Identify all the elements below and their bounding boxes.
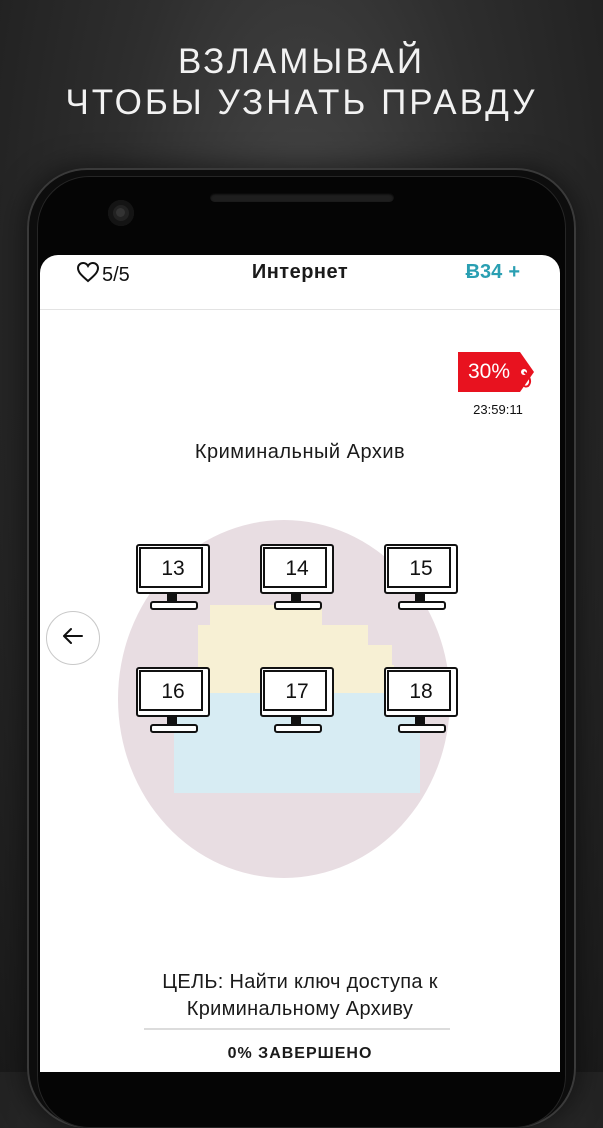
computer-number: 17 — [285, 680, 309, 703]
computer-number: 18 — [409, 680, 433, 703]
coins-balance[interactable]: Ƀ34 + — [466, 261, 520, 284]
arrow-left-icon — [62, 627, 84, 650]
computer-14[interactable]: 14 — [260, 544, 336, 612]
computer-17[interactable]: 17 — [260, 667, 336, 735]
goal-line-2: Криминальному Архиву — [186, 998, 414, 1020]
progress-label: 0% ЗАВЕРШЕНО — [227, 1045, 373, 1062]
add-coins-button[interactable]: + — [508, 261, 520, 283]
back-button[interactable] — [46, 611, 100, 665]
sale-timer: 23:59:11 — [473, 402, 523, 417]
computer-15[interactable]: 15 — [384, 544, 460, 612]
goal-line-1: ЦЕЛЬ: Найти ключ доступа к — [162, 971, 438, 993]
sale-discount[interactable]: 30% — [458, 352, 520, 392]
level-title: Криминальный Архив — [194, 441, 406, 463]
promo-line-2: ЧТОБЫ УЗНАТЬ ПРАВДУ — [65, 83, 538, 122]
computer-number: 15 — [409, 557, 433, 580]
computer-18[interactable]: 18 — [384, 667, 460, 735]
computer-number: 13 — [161, 557, 185, 580]
top-bar: 5/5 Интернет Ƀ34 + — [40, 255, 560, 310]
computer-number: 16 — [161, 680, 185, 703]
computer-number: 14 — [285, 557, 309, 580]
goal-text: ЦЕЛЬ: Найти ключ доступа к Криминальному… — [40, 969, 560, 1023]
promo-line-1: ВЗЛАМЫВАЙ — [177, 42, 426, 81]
progress-track — [144, 1028, 450, 1030]
computer-16[interactable]: 16 — [136, 667, 212, 735]
phone-speaker — [210, 193, 394, 202]
computer-13[interactable]: 13 — [136, 544, 212, 612]
app-screen: 5/5 Интернет Ƀ34 + 30% 23:59:11 Криминаль… — [40, 255, 560, 1072]
coins-value: Ƀ34 — [465, 261, 503, 283]
